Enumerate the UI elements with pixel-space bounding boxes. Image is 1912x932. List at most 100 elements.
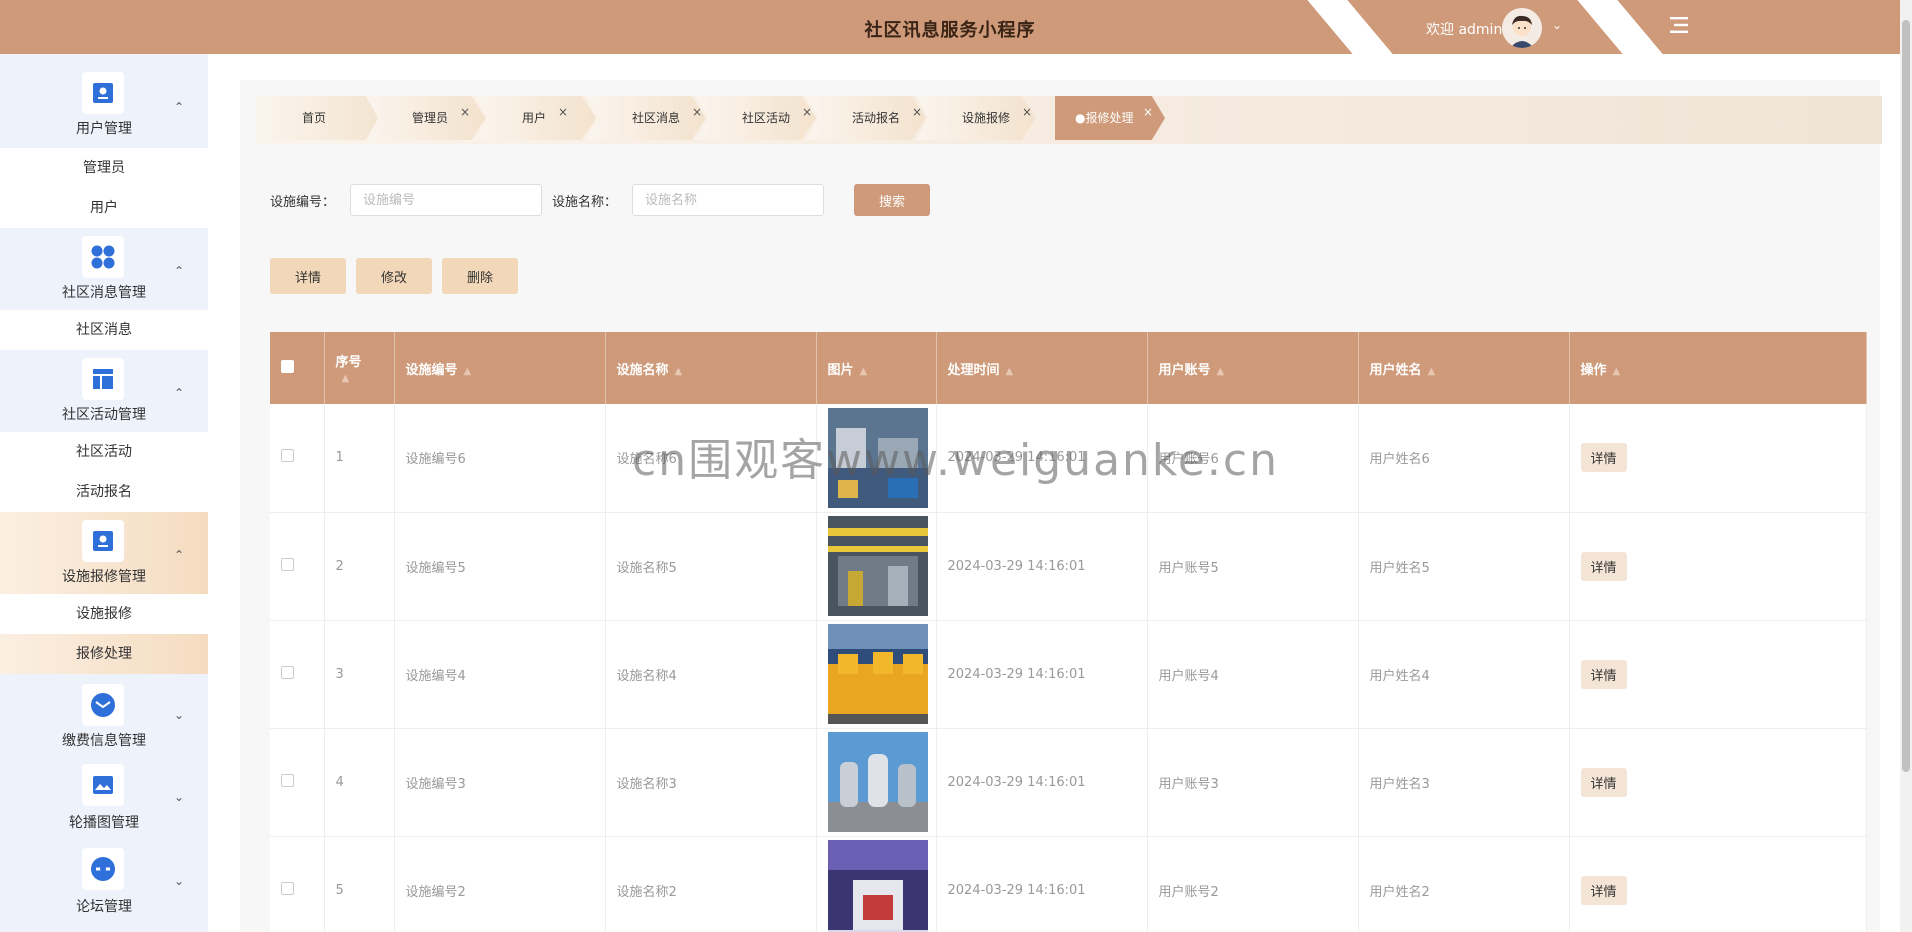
row-detail-button[interactable]: 详情 [1580,875,1627,905]
column-header[interactable]: 用户账号 ▲ [1147,332,1359,404]
table-row[interactable]: 3 设施编号4 设施名称4 2024-03-29 14:16:01 用户账号4 … [270,620,1867,729]
tab-community-news[interactable]: 社区消息 × [586,96,706,140]
row-detail-button[interactable]: 详情 [1580,767,1627,797]
column-header[interactable]: 图片 ▲ [816,332,937,404]
chevron-up-icon: ⌃ [174,548,185,562]
user-card-icon [82,520,124,562]
tab-label: 社区消息 [632,111,681,125]
sidebar-group-payment[interactable]: 缴费信息管理 ⌄ [0,674,208,758]
column-label: 用户账号 [1158,362,1211,378]
sort-icon[interactable]: ▲ [1217,366,1225,377]
facility-name-input[interactable] [632,184,824,216]
tab-repair-handling[interactable]: ●报修处理 × [1055,96,1165,140]
column-header[interactable]: 设施编号 ▲ [394,332,606,404]
chevron-down-icon[interactable]: ⌄ [1552,18,1562,32]
facility-image[interactable] [827,840,928,932]
mail-icon [82,684,124,726]
row-index: 4 [324,728,395,837]
row-detail-button[interactable]: 详情 [1580,443,1627,473]
user-account-cell: 用户账号3 [1147,728,1359,837]
detail-button[interactable]: 详情 [270,258,346,294]
column-label: 操作 [1580,362,1607,378]
row-detail-button[interactable]: 详情 [1580,659,1627,689]
search-button[interactable]: 搜索 [854,184,930,216]
sidebar-group-label: 论坛管理 [76,899,132,915]
tab-admin[interactable]: 管理员 × [366,96,486,140]
facility-image[interactable] [827,732,928,832]
user-name-cell: 用户姓名3 [1358,728,1570,837]
table-row[interactable]: 2 设施编号5 设施名称5 2024-03-29 14:16:01 用户账号5 … [270,512,1867,621]
select-all-cell[interactable] [270,332,325,404]
table-row[interactable]: 5 设施编号2 设施名称2 2024-03-29 14:16:01 用户账号2 … [270,836,1867,932]
sidebar: 用户管理 ⌃ 管理员 用户 社区消息管理 ⌃ 社区消息 社区活动管理 ⌃ 社区活… [0,54,208,932]
select-all-checkbox[interactable] [281,359,294,373]
sidebar-item-users[interactable]: 用户 [0,188,208,228]
sort-icon[interactable]: ▲ [1428,366,1436,377]
sidebar-group-community-news[interactable]: 社区消息管理 ⌃ [0,228,208,310]
sidebar-group-community-activity[interactable]: 社区活动管理 ⌃ [0,350,208,432]
close-icon[interactable]: × [558,96,568,134]
welcome-text: 欢迎 admin [1426,22,1503,38]
sidebar-group-label: 社区消息管理 [62,285,146,301]
facility-code-cell: 设施编号3 [394,728,606,837]
tab-label: ●报修处理 [1075,111,1134,125]
tab-label: 管理员 [412,111,449,125]
column-label: 用户姓名 [1369,362,1422,378]
edit-button[interactable]: 修改 [356,258,432,294]
column-label: 设施名称 [616,362,669,378]
forum-icon [82,848,124,890]
sidebar-item-activity-signup[interactable]: 活动报名 [0,472,208,512]
sidebar-group-carousel[interactable]: 轮播图管理 ⌄ [0,758,208,842]
chevron-down-icon: ⌄ [174,790,185,804]
avatar[interactable] [1502,8,1542,48]
sidebar-item-repair-handling[interactable]: 报修处理 [0,634,208,674]
row-index: 5 [324,836,395,932]
facility-image[interactable] [827,516,928,616]
sidebar-group-user[interactable]: 用户管理 ⌃ [0,54,208,148]
row-checkbox[interactable] [281,449,294,463]
row-checkbox[interactable] [281,773,294,787]
delete-button[interactable]: 删除 [442,258,518,294]
tab-community-activity[interactable]: 社区活动 × [696,96,816,140]
user-account-cell: 用户账号2 [1147,836,1359,932]
chevron-up-icon: ⌃ [174,264,185,278]
row-checkbox[interactable] [281,665,294,679]
sort-icon[interactable]: ▲ [860,366,868,377]
handle-time-cell: 2024-03-29 14:16:01 [936,512,1148,621]
facility-image[interactable] [827,624,928,724]
sort-icon[interactable]: ▲ [342,373,350,384]
watermark-text: cn围观客www.weiguanke.cn [632,435,1279,486]
column-label: 图片 [827,362,854,378]
facility-code-input[interactable] [350,184,542,216]
column-header[interactable]: 处理时间 ▲ [936,332,1148,404]
scrollbar-thumb[interactable] [1902,20,1910,772]
sort-icon[interactable]: ▲ [464,366,472,377]
row-checkbox[interactable] [281,881,294,895]
sort-icon[interactable]: ▲ [1006,366,1014,377]
sidebar-group-forum[interactable]: 论坛管理 ⌄ [0,842,208,932]
row-checkbox[interactable] [281,557,294,571]
column-header[interactable]: 设施名称 ▲ [605,332,817,404]
tab-activity-signup[interactable]: 活动报名 × [806,96,926,140]
sort-icon[interactable]: ▲ [675,366,683,377]
sidebar-item-community-news[interactable]: 社区消息 [0,310,208,350]
tab-users[interactable]: 用户 × [476,96,596,140]
sidebar-item-community-activity[interactable]: 社区活动 [0,432,208,472]
sidebar-item-facility-repair[interactable]: 设施报修 [0,594,208,634]
tab-facility-repair[interactable]: 设施报修 × [916,96,1036,140]
tab-label: 社区活动 [742,111,791,125]
sidebar-item-admin[interactable]: 管理员 [0,148,208,188]
sidebar-group-label: 轮播图管理 [69,815,139,831]
menu-toggle-icon[interactable] [1668,14,1692,36]
row-detail-button[interactable]: 详情 [1580,551,1627,581]
close-icon[interactable]: × [1143,96,1153,134]
sort-icon[interactable]: ▲ [1613,366,1621,377]
table-row[interactable]: 4 设施编号3 设施名称3 2024-03-29 14:16:01 用户账号3 … [270,728,1867,837]
user-account-cell: 用户账号5 [1147,512,1359,621]
column-header[interactable]: 用户姓名 ▲ [1358,332,1570,404]
close-icon[interactable]: × [460,96,470,134]
page-scrollbar[interactable] [1900,0,1912,932]
facility-code-cell: 设施编号2 [394,836,606,932]
handle-time-cell: 2024-03-29 14:16:01 [936,836,1148,932]
sidebar-group-facility-repair[interactable]: 设施报修管理 ⌃ [0,512,208,594]
